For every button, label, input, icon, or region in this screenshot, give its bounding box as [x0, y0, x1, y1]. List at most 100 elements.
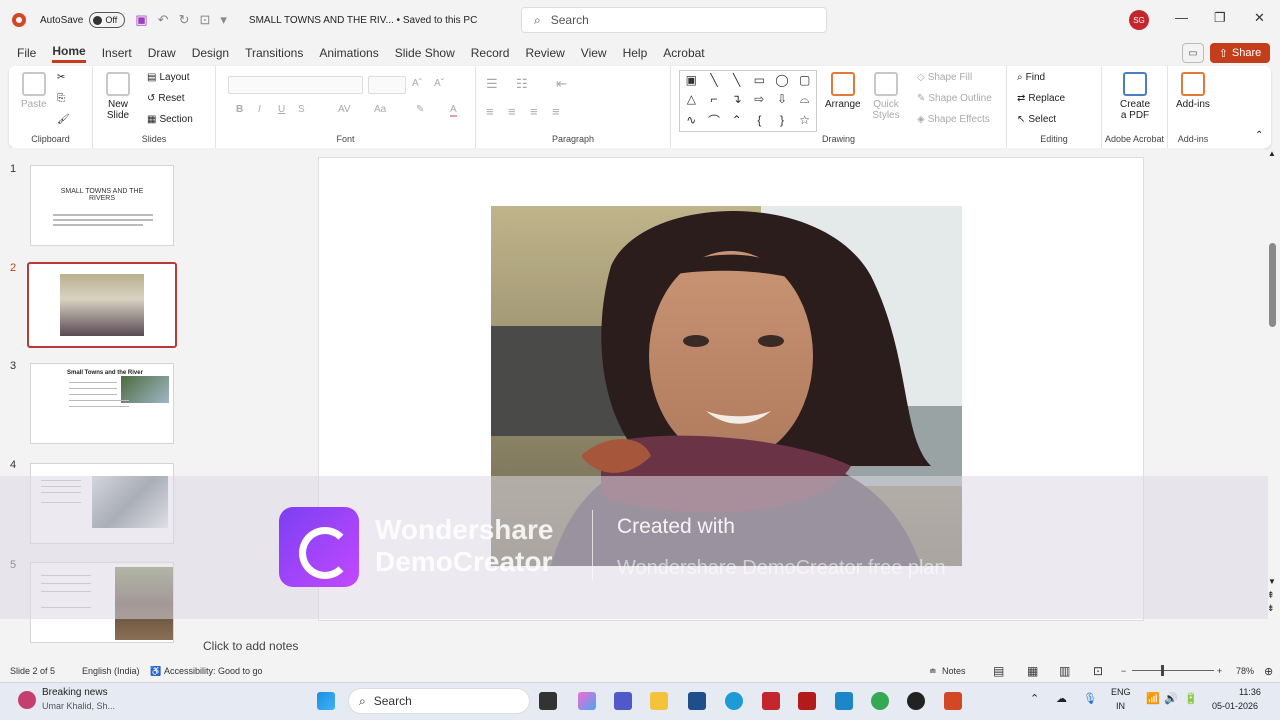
oval-shape-icon[interactable]: ◯ [775, 73, 788, 87]
shapes-gallery[interactable]: ▣ ╲ ╲ ▭ ◯ ▢ △ ⌐ ↴ ⇨ ⇩ ⌓ ∿ ⌒ ⌃ {} ☆ [679, 70, 817, 132]
app-icon-red[interactable] [762, 692, 780, 710]
shape-outline-button[interactable]: ✎ Shape Outline [917, 93, 992, 104]
tab-insert[interactable]: Insert [102, 46, 132, 60]
scroll-down-icon[interactable]: ▼ [1268, 577, 1276, 586]
bullets-icon[interactable]: ☰ [486, 76, 498, 92]
replace-button[interactable]: ⇄ Replace [1017, 93, 1065, 104]
accessibility-status[interactable]: Accessibility: Good to go [164, 666, 263, 676]
input-language[interactable]: ENG [1111, 687, 1131, 697]
change-case-button[interactable]: Aa [374, 104, 386, 115]
autosave-toggle[interactable]: Off [89, 12, 126, 28]
undo-icon[interactable]: ↶ [158, 12, 169, 28]
redo-icon[interactable]: ↻ [179, 12, 190, 28]
align-left-icon[interactable]: ≡ [486, 104, 494, 119]
reading-view-icon[interactable]: ▥ [1059, 664, 1070, 678]
tab-review[interactable]: Review [525, 46, 564, 60]
minimize-icon[interactable]: — [1175, 10, 1188, 25]
zoom-in-icon[interactable]: + [1217, 666, 1222, 676]
font-color-button[interactable]: A [450, 104, 457, 117]
paste-button[interactable]: Paste [21, 72, 47, 110]
star-shape-icon[interactable]: ☆ [799, 113, 810, 127]
slide-thumbnail-2[interactable] [27, 262, 177, 348]
collapse-ribbon-icon[interactable]: ⌃ [1255, 130, 1263, 141]
notes-icon[interactable]: ≐ [929, 666, 937, 677]
next-slide-icon[interactable]: ⇟ [1267, 603, 1275, 614]
freeform-shape-icon[interactable]: ⌓ [800, 92, 810, 107]
rect-shape-icon[interactable]: ▭ [754, 73, 765, 87]
close-icon[interactable]: ✕ [1254, 10, 1265, 26]
windows-start-icon[interactable] [317, 692, 335, 710]
scribble-shape-icon[interactable]: ∿ [686, 113, 696, 127]
restore-icon[interactable]: ❐ [1214, 10, 1226, 26]
fit-to-window-icon[interactable]: ⊕ [1264, 665, 1273, 678]
cut-icon[interactable]: ✂ [57, 72, 65, 83]
addins-button[interactable]: Add-ins [1176, 72, 1210, 110]
copy-icon[interactable]: ⎘ [57, 93, 65, 104]
mcafee-icon[interactable] [798, 692, 816, 710]
notes-input[interactable]: Click to add notes [203, 639, 298, 653]
bold-button[interactable]: B [236, 104, 243, 115]
arrow-right-shape-icon[interactable]: ⇨ [754, 92, 764, 106]
highlight-icon[interactable]: ✎ [416, 104, 424, 115]
prev-slide-icon[interactable]: ⇞ [1267, 590, 1275, 601]
tab-transitions[interactable]: Transitions [245, 46, 303, 60]
brace-left-shape-icon[interactable]: { [757, 113, 761, 127]
connector-shape-icon[interactable]: ⌐ [710, 92, 717, 106]
slide-thumbnail-3[interactable]: Small Towns and the River [30, 363, 174, 444]
accessibility-icon[interactable]: ♿ [150, 666, 161, 677]
strikethrough-button[interactable]: S [298, 104, 305, 115]
char-spacing-button[interactable]: AV [338, 104, 351, 115]
tab-help[interactable]: Help [623, 46, 648, 60]
arrow-down-shape-icon[interactable]: ⇩ [777, 92, 787, 106]
align-right-icon[interactable]: ≡ [530, 104, 538, 119]
sorter-view-icon[interactable]: ▦ [1027, 664, 1038, 678]
quick-styles-button[interactable]: Quick Styles [869, 72, 903, 121]
underline-button[interactable]: U [278, 104, 285, 115]
tab-slide-show[interactable]: Slide Show [395, 46, 455, 60]
tab-acrobat[interactable]: Acrobat [663, 46, 704, 60]
tab-home[interactable]: Home [52, 44, 86, 63]
news-subtitle[interactable]: Umar Khalid, Sh... [42, 701, 115, 711]
clock-date[interactable]: 05-01-2026 [1212, 701, 1258, 711]
tab-design[interactable]: Design [192, 46, 229, 60]
font-size-select[interactable] [368, 76, 406, 94]
shape-effects-button[interactable]: ◈ Shape Effects [917, 114, 990, 125]
shape-fill-button[interactable]: ◇ Shape Fill [917, 72, 972, 83]
italic-button[interactable]: I [258, 104, 261, 115]
input-region[interactable]: IN [1116, 701, 1125, 711]
shrink-font-button[interactable]: Aˇ [434, 78, 444, 89]
news-widget-icon[interactable] [18, 691, 36, 709]
curve-shape-icon[interactable]: ⌃ [732, 113, 742, 127]
tab-view[interactable]: View [581, 46, 607, 60]
tab-draw[interactable]: Draw [148, 46, 176, 60]
notes-toggle[interactable]: Notes [942, 666, 966, 676]
share-button[interactable]: ⇧ Share [1210, 43, 1270, 63]
find-button[interactable]: ⌕ Find [1017, 72, 1045, 83]
elbow-shape-icon[interactable]: ↴ [732, 92, 742, 106]
volume-icon[interactable]: 🔊 [1164, 692, 1178, 705]
brace-right-shape-icon[interactable]: } [780, 113, 784, 127]
powerpoint-taskbar-icon[interactable] [944, 692, 962, 710]
textbox-shape-icon[interactable]: ▣ [686, 73, 697, 87]
section-button[interactable]: ▦ Section [147, 114, 193, 125]
app-icon-blue[interactable] [835, 692, 853, 710]
copilot-icon[interactable] [578, 692, 596, 710]
document-title[interactable]: SMALL TOWNS AND THE RIV... • Saved to th… [249, 15, 477, 26]
battery-icon[interactable]: 🔋 [1184, 692, 1198, 705]
normal-view-icon[interactable]: ▤ [993, 664, 1004, 678]
teams-icon[interactable] [614, 692, 632, 710]
edge-icon[interactable] [725, 692, 743, 710]
task-view-icon[interactable] [539, 692, 557, 710]
present-icon[interactable]: ⊡ [199, 12, 210, 28]
slide-thumbnail-1[interactable]: SMALL TOWNS AND THE RIVERS [30, 165, 174, 246]
arrange-button[interactable]: Arrange [825, 72, 861, 110]
create-pdf-button[interactable]: Create a PDF [1120, 72, 1150, 121]
font-family-select[interactable] [228, 76, 363, 94]
language-status[interactable]: English (India) [82, 666, 140, 676]
align-center-icon[interactable]: ≡ [508, 104, 516, 119]
news-title[interactable]: Breaking news [42, 687, 108, 698]
save-icon[interactable]: ▣ [135, 12, 147, 28]
layout-button[interactable]: ▤ Layout [147, 72, 189, 83]
tab-file[interactable]: File [17, 46, 36, 60]
justify-icon[interactable]: ≡ [552, 104, 560, 119]
